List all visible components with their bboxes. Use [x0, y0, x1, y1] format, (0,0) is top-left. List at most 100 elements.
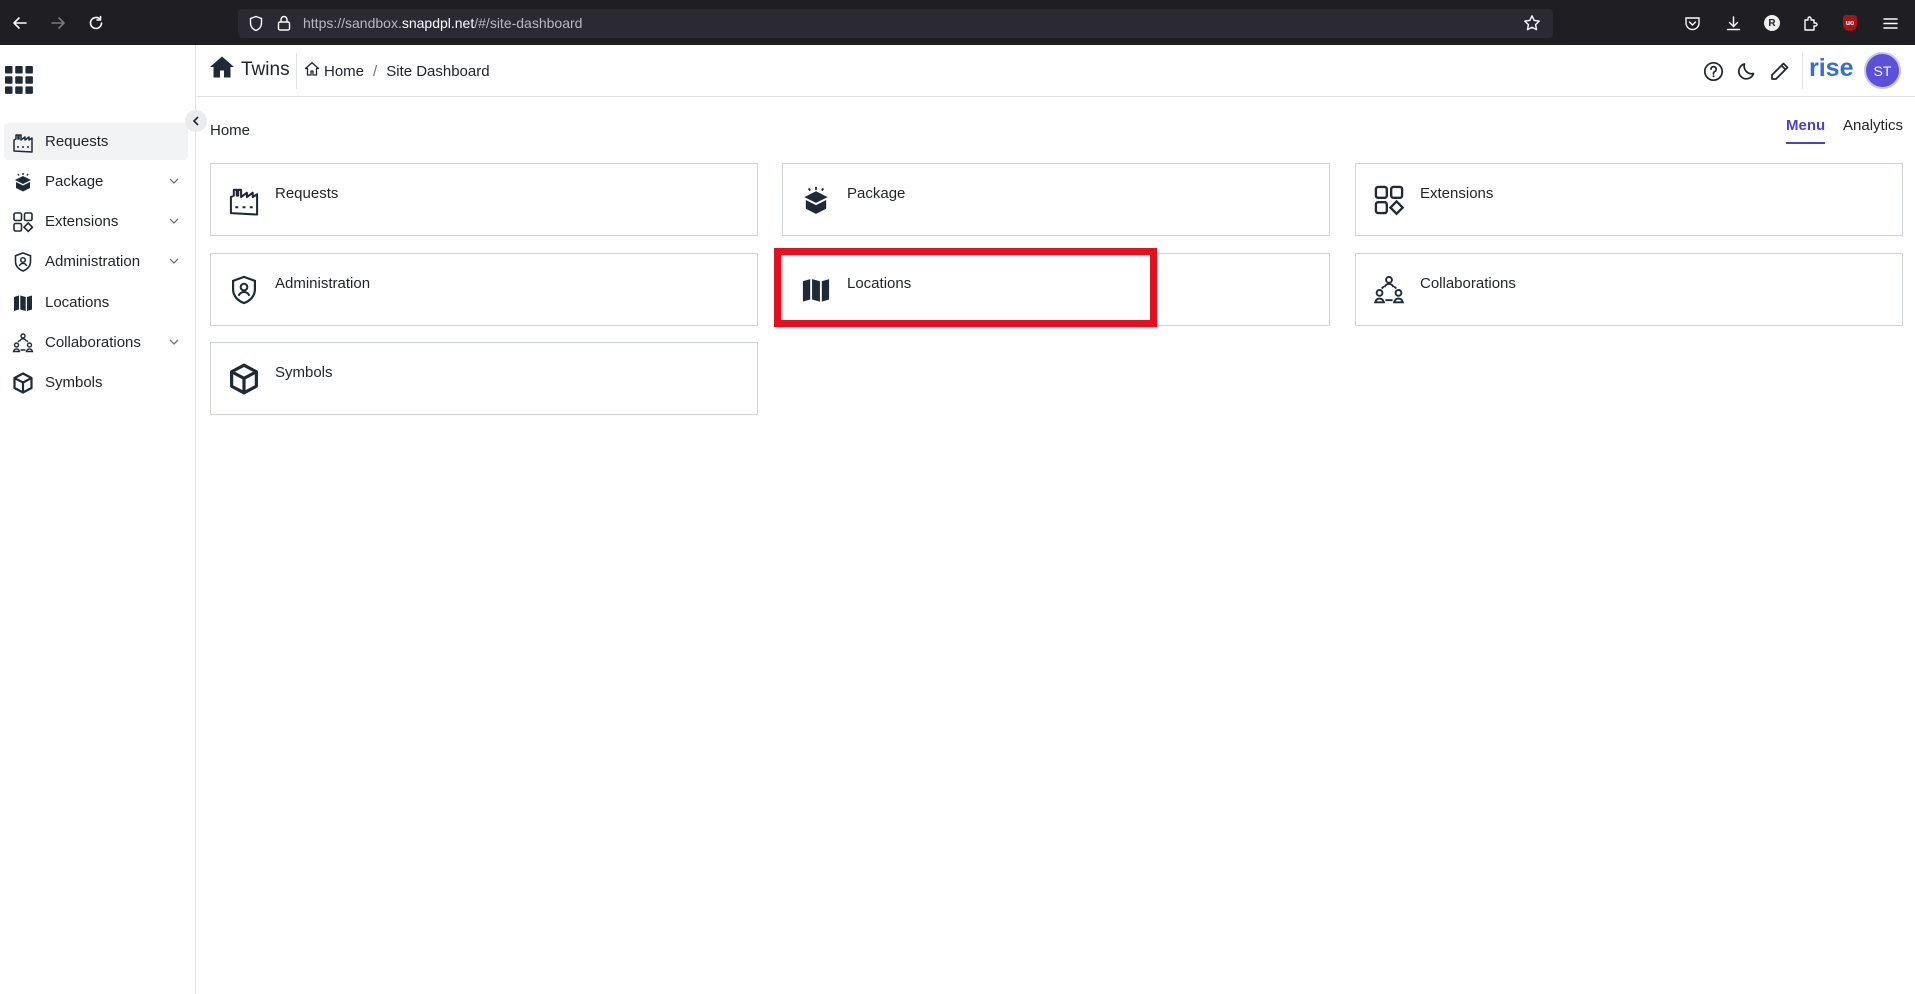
downloads-button[interactable]	[1722, 12, 1744, 34]
url-text[interactable]: https://sandbox.snapdpl.net/#/site-dashb…	[303, 15, 582, 31]
factory-icon	[11, 130, 35, 154]
user-avatar[interactable]: ST	[1864, 52, 1901, 89]
shield-user-icon	[11, 250, 35, 274]
package-open-icon	[799, 183, 833, 217]
breadcrumb-home[interactable]: Home	[324, 63, 364, 80]
sidebar-item-label: Package	[45, 173, 104, 190]
card-label: Requests	[275, 185, 339, 202]
card-label: Package	[847, 185, 906, 202]
header-divider	[296, 53, 297, 89]
forward-button[interactable]	[47, 12, 69, 34]
card-collaborations[interactable]: Collaborations	[1355, 253, 1903, 326]
app-name: Twins	[241, 59, 290, 80]
sidebar-item-label: Symbols	[45, 374, 103, 391]
tab-menu[interactable]: Menu	[1786, 117, 1826, 144]
collaboration-icon	[11, 331, 35, 355]
tab-analytics[interactable]: Analytics	[1843, 117, 1903, 142]
hamburger-icon	[1882, 17, 1898, 29]
pocket-button[interactable]	[1681, 12, 1703, 34]
map-book-icon	[799, 273, 833, 307]
download-icon	[1726, 15, 1740, 30]
breadcrumb-separator: /	[373, 62, 378, 80]
card-requests[interactable]: Requests	[210, 163, 758, 236]
help-button[interactable]	[1701, 59, 1725, 83]
reload-icon	[89, 15, 103, 30]
back-button[interactable]	[9, 12, 31, 34]
sidebar-collapse-button[interactable]	[185, 110, 207, 132]
sidebar-item-administration[interactable]: Administration	[4, 243, 188, 280]
card-label: Administration	[275, 275, 371, 292]
browser-toolbar: https://sandbox.snapdpl.net/#/site-dashb…	[0, 0, 1915, 45]
collaboration-icon	[1372, 273, 1406, 307]
sidebar-item-requests[interactable]: Requests	[4, 123, 188, 160]
card-administration[interactable]: Administration	[210, 253, 758, 326]
sidebar-item-label: Locations	[45, 294, 110, 311]
url-host: snapdpl.net	[401, 15, 475, 31]
card-label: Collaborations	[1420, 275, 1516, 292]
chevron-down-icon[interactable]	[168, 215, 180, 227]
sidebar-item-symbols[interactable]: Symbols	[4, 364, 188, 401]
sidebar: Requests Package Extensions Administrati…	[0, 45, 196, 994]
url-prefix: https://sandbox.	[303, 15, 402, 31]
pencil-icon	[1770, 62, 1788, 80]
sidebar-item-label: Collaborations	[45, 334, 141, 351]
chevron-down-icon[interactable]	[168, 175, 180, 187]
help-circle-icon	[1703, 61, 1723, 81]
lock-icon[interactable]	[276, 14, 292, 37]
brand-logo: rise	[1809, 54, 1854, 82]
card-extensions[interactable]: Extensions	[1355, 163, 1903, 236]
app-brand[interactable]: Twins	[209, 55, 290, 85]
chevron-left-icon	[192, 116, 199, 126]
arrow-right-icon	[51, 17, 65, 29]
edit-button[interactable]	[1767, 59, 1791, 83]
sidebar-item-collaborations[interactable]: Collaborations	[4, 324, 188, 361]
page-title: Home	[210, 122, 251, 139]
tracking-shield-icon[interactable]	[248, 15, 264, 37]
sidebar-item-locations[interactable]: Locations	[4, 284, 188, 321]
shield-user-icon	[227, 273, 261, 307]
sidebar-item-label: Administration	[45, 253, 141, 270]
sidebar-item-label: Extensions	[45, 213, 119, 230]
card-label: Extensions	[1420, 185, 1494, 202]
puzzle-icon	[1803, 15, 1818, 31]
chevron-down-icon[interactable]	[168, 255, 180, 267]
app-header: Twins Home / Site Dashboard rise ST	[197, 45, 1915, 97]
breadcrumb: Home / Site Dashboard	[304, 61, 490, 81]
arrow-left-icon	[13, 17, 27, 29]
profile-button[interactable]: R	[1761, 12, 1783, 34]
reload-button[interactable]	[85, 12, 107, 34]
bookmark-star-icon[interactable]	[1523, 14, 1541, 37]
breadcrumb-current: Site Dashboard	[386, 62, 490, 80]
apps-shapes-icon	[1372, 183, 1406, 217]
theme-toggle-button[interactable]	[1734, 59, 1758, 83]
pocket-icon	[1684, 16, 1700, 30]
card-symbols[interactable]: Symbols	[210, 342, 758, 415]
cube-icon	[227, 362, 261, 396]
sidebar-item-package[interactable]: Package	[4, 163, 188, 200]
cube-icon	[11, 371, 35, 395]
ublock-button[interactable]: uo	[1839, 12, 1861, 34]
card-label: Locations	[847, 275, 912, 292]
card-label: Symbols	[275, 364, 333, 381]
moon-icon	[1737, 62, 1754, 80]
home-outline-icon[interactable]	[304, 61, 320, 81]
app-launcher-button[interactable]	[4, 65, 34, 100]
card-package[interactable]: Package	[782, 163, 1330, 236]
ublock-icon: uo	[1843, 15, 1857, 31]
sidebar-item-label: Requests	[45, 133, 109, 150]
card-locations[interactable]: Locations	[782, 253, 1330, 326]
profile-avatar: R	[1764, 15, 1780, 31]
url-path: /#/site-dashboard	[474, 15, 583, 31]
extensions-button[interactable]	[1799, 12, 1821, 34]
factory-icon	[227, 183, 261, 217]
address-bar[interactable]: https://sandbox.snapdpl.net/#/site-dashb…	[238, 9, 1553, 38]
home-icon	[209, 55, 235, 85]
sidebar-item-extensions[interactable]: Extensions	[4, 203, 188, 240]
header-divider	[1802, 53, 1803, 89]
browser-menu-button[interactable]	[1879, 12, 1901, 34]
package-open-icon	[11, 170, 35, 194]
apps-shapes-icon	[11, 210, 35, 234]
map-book-icon	[11, 291, 35, 315]
chevron-down-icon[interactable]	[168, 336, 180, 348]
apps-grid-icon	[5, 66, 33, 94]
